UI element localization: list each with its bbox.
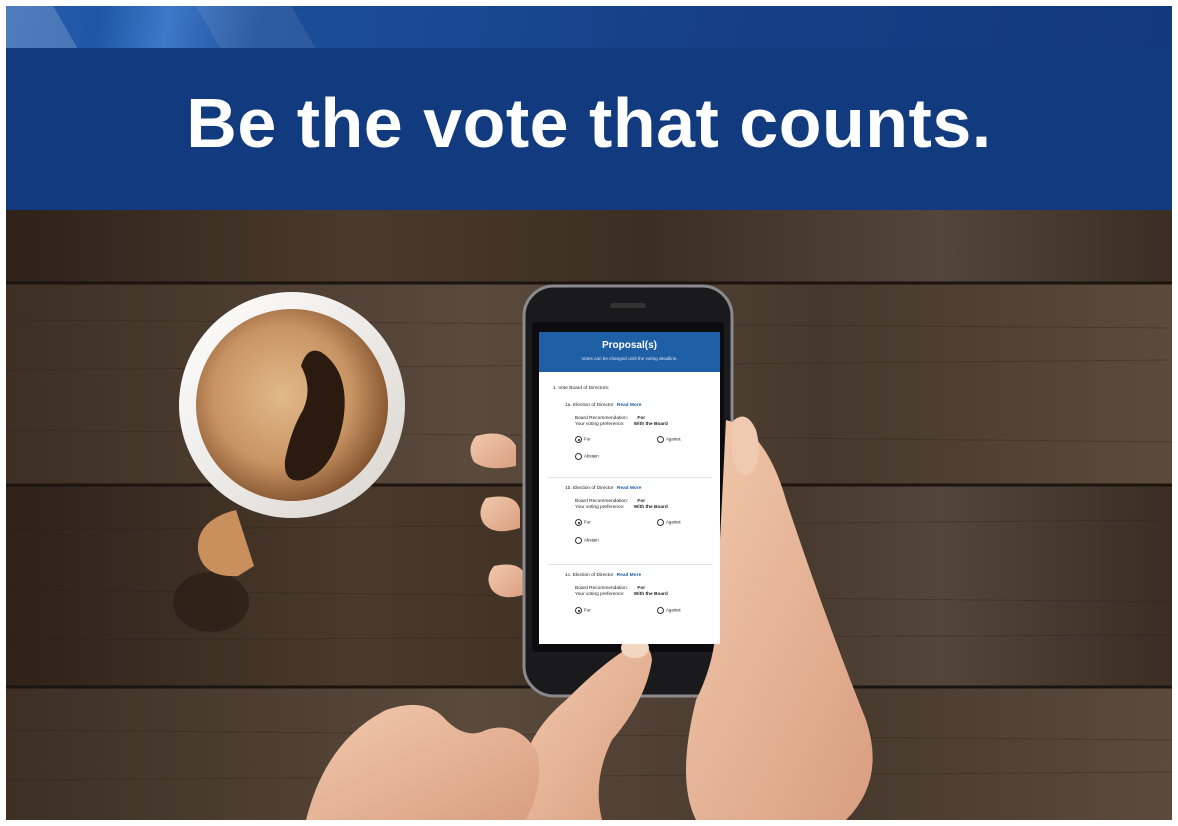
recommendation-value: For [637,499,646,504]
proposal-item: 1b. Election of Director Read More Board… [547,478,712,565]
speaker-grille [610,303,646,308]
screen-header: Proposal(s) Votes can be changed until t… [539,332,720,372]
preference-value: With the Board [633,592,668,597]
preference-value: With the Board [633,505,668,510]
proposal-title: 1b. Election of Director Read More [565,486,641,491]
radio-against[interactable]: Against [657,436,681,443]
radio-against[interactable]: Against [657,607,681,614]
radio-for[interactable]: For [575,607,591,614]
image-frame: Be the vote that counts. Proposal(s) Vot… [6,6,1172,820]
screen-title: Proposal(s) [601,340,657,351]
radio-label: For [584,436,591,442]
screen-subtitle: Votes can be changed until the voting de… [581,356,678,361]
radio-empty-icon [575,537,582,544]
preference-label: Your voting preference: [575,422,625,427]
headline: Be the vote that counts. [186,84,992,162]
radio-empty-icon [657,519,664,526]
recommendation-value: For [637,586,646,591]
radio-label: For [584,607,591,613]
radio-abstain[interactable]: Abstain [575,537,599,544]
proposal-title-text: 1a. Election of Director [565,403,614,408]
radio-abstain[interactable]: Abstain [575,453,599,460]
radio-against[interactable]: Against [657,519,681,526]
radio-selected-icon [575,436,582,443]
voting-preference: Your voting preference: With the Board [575,505,668,510]
preference-label: Your voting preference: [575,592,625,597]
phone-screen: Proposal(s) Votes can be changed until t… [539,332,720,644]
read-more-link[interactable]: Read More [617,403,642,408]
preference-label: Your voting preference: [575,505,625,510]
wood-knot [173,572,249,632]
radio-label: Abstain [584,537,599,543]
board-recommendation: Board Recommendation: For [575,499,645,504]
board-recommendation: Board Recommendation: For [575,416,645,421]
voting-preference: Your voting preference: With the Board [575,422,668,427]
recommendation-value: For [637,416,646,421]
radio-for[interactable]: For [575,436,591,443]
screen-body: 1. Vote Board of Directors: 1a. Election… [539,386,720,644]
radio-empty-icon [575,453,582,460]
radio-selected-icon [575,519,582,526]
preference-value: With the Board [633,422,668,427]
proposal-title: 1a. Election of Director Read More [565,403,641,408]
radio-label: Against [666,607,681,613]
proposal-item: 1a. Election of Director Read More Board… [547,391,712,478]
voting-preference: Your voting preference: With the Board [575,592,668,597]
banner: Be the vote that counts. [6,6,1172,210]
radio-label: Against [666,519,681,525]
recommendation-label: Board Recommendation: [575,416,629,421]
radio-empty-icon [657,607,664,614]
radio-for[interactable]: For [575,519,591,526]
proposal-title: 1c. Election of Director Read More [565,573,641,578]
radio-selected-icon [575,607,582,614]
radio-empty-icon [657,436,664,443]
read-more-link[interactable]: Read More [617,573,642,578]
board-recommendation: Board Recommendation: For [575,586,645,591]
banner-accent-strip [6,6,1172,48]
photo-scene: Proposal(s) Votes can be changed until t… [6,210,1172,820]
recommendation-label: Board Recommendation: [575,499,629,504]
recommendation-label: Board Recommendation: [575,586,629,591]
proposal-item: 1c. Election of Director Read More Board… [547,565,712,644]
proposal-title-text: 1c. Election of Director [565,573,614,578]
radio-label: Against [666,436,681,442]
proposal-title-text: 1b. Election of Director [565,486,614,491]
wood-plank-1 [6,210,1172,282]
radio-label: Abstain [584,453,599,459]
radio-label: For [584,519,591,525]
read-more-link[interactable]: Read More [617,486,642,491]
